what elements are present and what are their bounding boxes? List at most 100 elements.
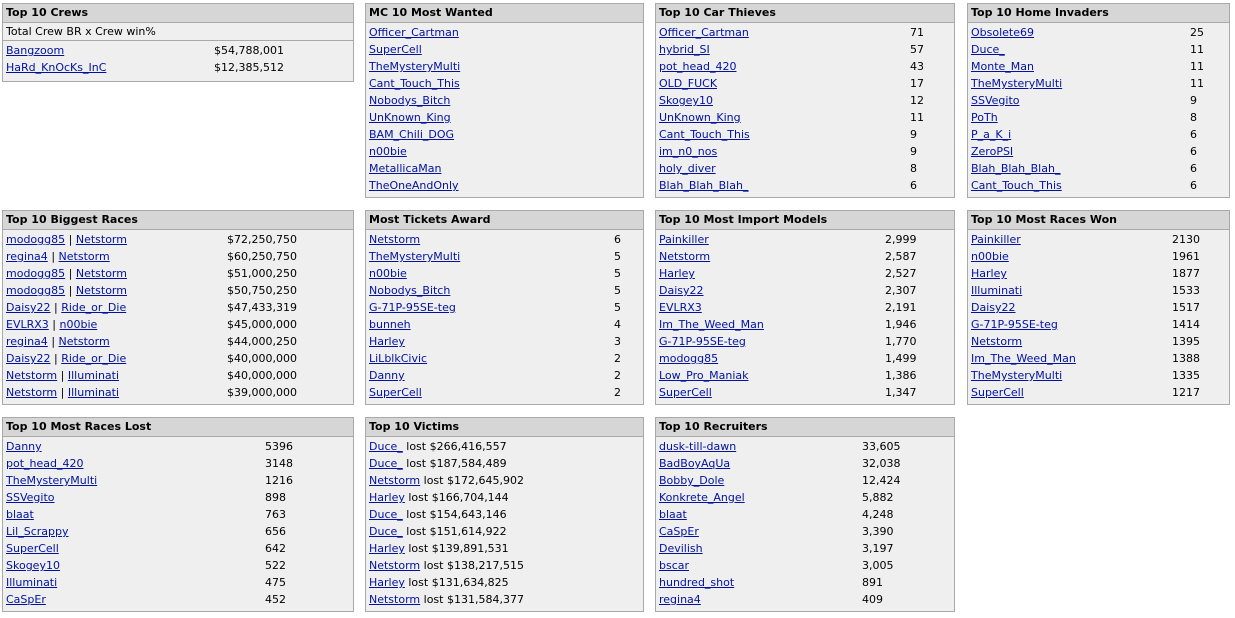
- player-link[interactable]: Harley: [369, 333, 405, 350]
- player-link[interactable]: Netstorm: [6, 386, 57, 399]
- player-link[interactable]: Netstorm: [369, 231, 420, 248]
- player-link[interactable]: CaSpEr: [6, 591, 46, 608]
- player-link[interactable]: Daisy22: [971, 299, 1016, 316]
- player-link[interactable]: Netstorm: [59, 250, 110, 263]
- player-link[interactable]: BAM_Chili_DOG: [369, 126, 454, 143]
- player-link[interactable]: G-71P-95SE-teg: [659, 333, 746, 350]
- player-link[interactable]: CaSpEr: [659, 523, 699, 540]
- player-link[interactable]: Ride_or_Die: [61, 301, 126, 314]
- player-link[interactable]: Netstorm: [369, 559, 420, 572]
- player-link[interactable]: Harley: [369, 576, 405, 589]
- player-link[interactable]: Nobodys_Bitch: [369, 92, 450, 109]
- player-link[interactable]: Daisy22: [659, 282, 704, 299]
- player-link[interactable]: HaRd_KnOcKs_InC: [6, 59, 106, 76]
- player-link[interactable]: Bobby_Dole: [659, 472, 724, 489]
- player-link[interactable]: SuperCell: [369, 41, 422, 58]
- player-link[interactable]: SuperCell: [369, 384, 422, 401]
- player-link[interactable]: TheMysteryMulti: [971, 75, 1062, 92]
- player-link[interactable]: Cant_Touch_This: [971, 177, 1062, 194]
- player-link[interactable]: EVLRX3: [6, 318, 49, 331]
- player-link[interactable]: Monte_Man: [971, 58, 1034, 75]
- player-link[interactable]: G-71P-95SE-teg: [971, 316, 1058, 333]
- player-link[interactable]: Harley: [659, 265, 695, 282]
- player-link[interactable]: Officer_Cartman: [659, 24, 749, 41]
- player-link[interactable]: Blah_Blah_Blah_: [659, 177, 748, 194]
- player-link[interactable]: Illuminati: [68, 386, 119, 399]
- player-link[interactable]: n00bie: [971, 248, 1009, 265]
- player-link[interactable]: n00bie: [369, 265, 407, 282]
- player-link[interactable]: pot_head_420: [6, 455, 83, 472]
- player-link[interactable]: im_n0_nos: [659, 143, 717, 160]
- player-link[interactable]: G-71P-95SE-teg: [369, 299, 456, 316]
- player-link[interactable]: Devilish: [659, 540, 703, 557]
- player-link[interactable]: ZeroPSI: [971, 143, 1013, 160]
- player-link[interactable]: regina4: [659, 591, 701, 608]
- player-link[interactable]: bscar: [659, 557, 689, 574]
- player-link[interactable]: bunneh: [369, 316, 411, 333]
- player-link[interactable]: LiLblkCivic: [369, 350, 427, 367]
- player-link[interactable]: modogg85: [6, 284, 65, 297]
- player-link[interactable]: Netstorm: [971, 333, 1022, 350]
- player-link[interactable]: Netstorm: [369, 593, 420, 606]
- player-link[interactable]: modogg85: [6, 267, 65, 280]
- player-link[interactable]: TheMysteryMulti: [369, 248, 460, 265]
- player-link[interactable]: Skogey10: [6, 557, 60, 574]
- player-link[interactable]: n00bie: [60, 318, 98, 331]
- player-link[interactable]: Illuminati: [6, 574, 57, 591]
- player-link[interactable]: Illuminati: [68, 369, 119, 382]
- player-link[interactable]: UnKnown_King: [659, 109, 741, 126]
- player-link[interactable]: SuperCell: [659, 384, 712, 401]
- player-link[interactable]: hybrid_SI: [659, 41, 710, 58]
- player-link[interactable]: Netstorm: [76, 233, 127, 246]
- player-link[interactable]: Netstorm: [6, 369, 57, 382]
- player-link[interactable]: Bangzoom: [6, 42, 64, 59]
- player-link[interactable]: P_a_K_i: [971, 126, 1011, 143]
- player-link[interactable]: Netstorm: [59, 335, 110, 348]
- player-link[interactable]: Duce_: [369, 440, 403, 453]
- player-link[interactable]: Netstorm: [76, 284, 127, 297]
- player-link[interactable]: Harley: [369, 491, 405, 504]
- player-link[interactable]: Cant_Touch_This: [659, 126, 750, 143]
- player-link[interactable]: Danny: [369, 367, 405, 384]
- player-link[interactable]: TheOneAndOnly: [369, 177, 459, 194]
- player-link[interactable]: Skogey10: [659, 92, 713, 109]
- player-link[interactable]: EVLRX3: [659, 299, 702, 316]
- player-link[interactable]: UnKnown_King: [369, 109, 451, 126]
- player-link[interactable]: OLD_FUCK: [659, 75, 717, 92]
- player-link[interactable]: Duce_: [971, 41, 1005, 58]
- player-link[interactable]: Im_The_Weed_Man: [971, 350, 1076, 367]
- player-link[interactable]: Harley: [971, 265, 1007, 282]
- player-link[interactable]: modogg85: [6, 233, 65, 246]
- player-link[interactable]: Duce_: [369, 457, 403, 470]
- player-link[interactable]: SuperCell: [971, 384, 1024, 401]
- player-link[interactable]: BadBoyAqUa: [659, 455, 730, 472]
- player-link[interactable]: Obsolete69: [971, 24, 1034, 41]
- player-link[interactable]: modogg85: [659, 350, 718, 367]
- player-link[interactable]: Daisy22: [6, 352, 51, 365]
- player-link[interactable]: SSVegito: [971, 92, 1020, 109]
- player-link[interactable]: Harley: [369, 542, 405, 555]
- player-link[interactable]: blaat: [659, 506, 687, 523]
- player-link[interactable]: Netstorm: [76, 267, 127, 280]
- player-link[interactable]: Im_The_Weed_Man: [659, 316, 764, 333]
- player-link[interactable]: hundred_shot: [659, 574, 734, 591]
- player-link[interactable]: Duce_: [369, 508, 403, 521]
- player-link[interactable]: Painkiller: [971, 231, 1021, 248]
- player-link[interactable]: Officer_Cartman: [369, 24, 459, 41]
- player-link[interactable]: PoTh: [971, 109, 998, 126]
- player-link[interactable]: n00bie: [369, 143, 407, 160]
- player-link[interactable]: Netstorm: [659, 248, 710, 265]
- player-link[interactable]: dusk-till-dawn: [659, 438, 736, 455]
- player-link[interactable]: TheMysteryMulti: [369, 58, 460, 75]
- player-link[interactable]: Duce_: [369, 525, 403, 538]
- player-link[interactable]: Konkrete_Angel: [659, 489, 745, 506]
- player-link[interactable]: SuperCell: [6, 540, 59, 557]
- player-link[interactable]: regina4: [6, 335, 48, 348]
- player-link[interactable]: Danny: [6, 438, 42, 455]
- player-link[interactable]: Painkiller: [659, 231, 709, 248]
- player-link[interactable]: regina4: [6, 250, 48, 263]
- player-link[interactable]: pot_head_420: [659, 58, 736, 75]
- player-link[interactable]: Cant_Touch_This: [369, 75, 460, 92]
- player-link[interactable]: TheMysteryMulti: [6, 472, 97, 489]
- player-link[interactable]: Daisy22: [6, 301, 51, 314]
